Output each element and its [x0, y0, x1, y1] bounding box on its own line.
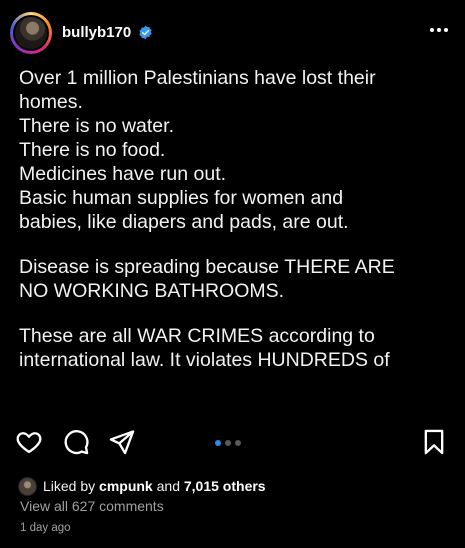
view-comments-link[interactable]: View all 627 comments	[20, 498, 164, 514]
carousel-dot	[225, 440, 231, 446]
liker-username[interactable]: cmpunk	[99, 478, 153, 494]
avatar[interactable]	[10, 12, 52, 54]
post-image-text: Over 1 million Palestinians have lost th…	[19, 66, 459, 410]
post-line: homes.	[19, 91, 83, 113]
post-timestamp: 1 day ago	[20, 522, 71, 534]
bookmark-icon[interactable]	[420, 428, 448, 456]
carousel-dot	[215, 440, 221, 446]
post-line: NO WORKING BATHROOMS.	[19, 280, 285, 302]
liker-avatar	[18, 476, 37, 496]
username[interactable]: bullyb170	[62, 24, 131, 41]
likes-row[interactable]: Liked by cmpunk and 7,015 others	[18, 476, 266, 496]
post-line: There is no food.	[19, 139, 166, 161]
heart-icon[interactable]	[15, 428, 43, 456]
likes-others-count[interactable]: 7,015 others	[184, 478, 266, 494]
likes-text: Liked by cmpunk and 7,015 others	[43, 478, 266, 494]
post-line: There is no water.	[19, 115, 174, 137]
post-line: Medicines have run out.	[19, 163, 227, 185]
more-options-button[interactable]	[427, 18, 451, 42]
send-icon[interactable]	[108, 428, 136, 456]
verified-badge-icon	[139, 25, 152, 40]
post-line: These are all WAR CRIMES according to	[19, 325, 375, 347]
post-line: babies, like diapers and pads, are out.	[19, 211, 349, 233]
post-line: Disease is spreading because THERE ARE	[19, 256, 395, 278]
post-line: Over 1 million Palestinians have lost th…	[19, 67, 376, 89]
carousel-indicator	[215, 440, 241, 448]
likes-prefix: Liked by	[43, 478, 100, 494]
comment-icon[interactable]	[62, 428, 90, 456]
more-horizontal-icon	[430, 28, 434, 32]
post-line: Basic human supplies for women and	[19, 187, 344, 209]
likes-middle: and	[152, 478, 184, 494]
post-line: international law. It violates HUNDREDS …	[19, 349, 390, 371]
post-header: bullyb170	[0, 0, 465, 66]
carousel-dot	[235, 440, 241, 446]
